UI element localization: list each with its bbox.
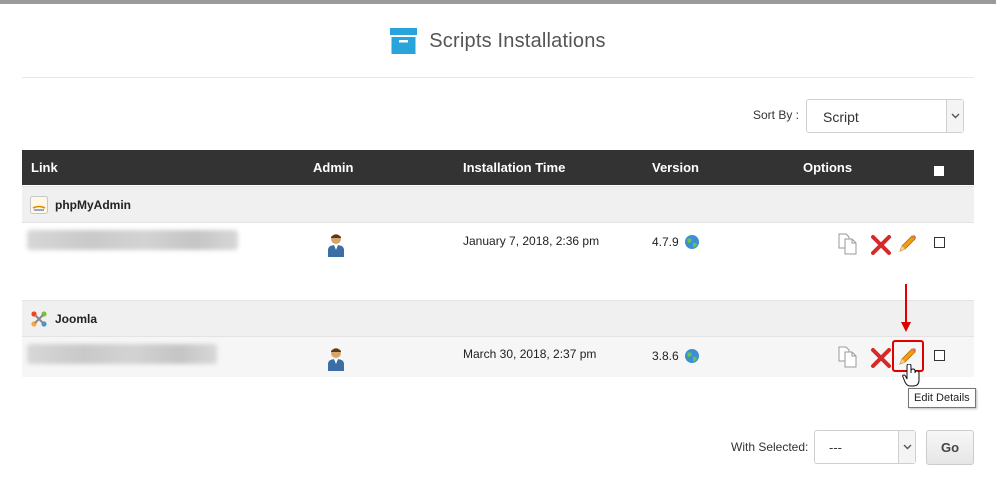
clone-icon[interactable] xyxy=(837,233,859,255)
delete-icon[interactable] xyxy=(870,234,892,256)
with-selected-label: With Selected: xyxy=(731,440,809,454)
version-value: 4.7.9 xyxy=(652,235,679,249)
chevron-down-icon xyxy=(898,431,915,463)
column-header-installation-time[interactable]: Installation Time xyxy=(463,160,565,175)
installation-link[interactable] xyxy=(27,230,238,250)
box-icon xyxy=(390,28,418,54)
sort-label: Sort By : xyxy=(753,108,800,122)
joomla-logo-icon xyxy=(31,311,47,327)
clone-icon[interactable] xyxy=(837,346,859,368)
go-button[interactable]: Go xyxy=(926,430,974,465)
column-header-link[interactable]: Link xyxy=(31,160,58,175)
row-checkbox[interactable] xyxy=(934,237,945,248)
column-header-options: Options xyxy=(803,160,853,175)
group-row-joomla: Joomla xyxy=(22,300,974,337)
header-divider xyxy=(22,77,974,78)
column-header-admin: Admin xyxy=(313,160,354,175)
annotation-arrow-icon xyxy=(901,284,911,332)
phpmyadmin-logo-icon xyxy=(30,196,48,214)
table-header: Link Admin Installation Time Version Opt… xyxy=(22,150,974,185)
installation-time: March 30, 2018, 2:37 pm xyxy=(463,347,597,361)
installation-link[interactable] xyxy=(27,344,217,364)
group-row-phpmyadmin: phpMyAdmin xyxy=(22,186,974,223)
edit-pencil-icon[interactable] xyxy=(896,233,918,255)
row-checkbox[interactable] xyxy=(934,350,945,361)
chevron-down-icon xyxy=(946,100,963,132)
hand-cursor-icon xyxy=(902,364,920,387)
table-row: March 30, 2018, 2:37 pm 3.8.6 xyxy=(22,337,974,377)
admin-user-icon[interactable] xyxy=(327,233,345,257)
sort-select-value: Script xyxy=(823,109,859,125)
page-header: Scripts Installations xyxy=(0,27,996,57)
with-selected-value: --- xyxy=(829,440,842,455)
select-all-checkbox[interactable] xyxy=(934,166,944,176)
admin-user-icon[interactable] xyxy=(327,347,345,371)
version-value: 3.8.6 xyxy=(652,349,679,363)
update-globe-icon[interactable] xyxy=(684,348,700,364)
installation-time: January 7, 2018, 2:36 pm xyxy=(463,234,600,248)
with-selected-select[interactable]: --- xyxy=(814,430,916,464)
tooltip: Edit Details xyxy=(908,388,976,408)
update-globe-icon[interactable] xyxy=(684,234,700,250)
top-rule xyxy=(0,0,996,4)
page-title: Scripts Installations xyxy=(429,29,606,52)
sort-select[interactable]: Script xyxy=(806,99,964,133)
column-header-version[interactable]: Version xyxy=(652,160,699,175)
delete-icon[interactable] xyxy=(870,347,892,369)
group-name: Joomla xyxy=(55,312,98,326)
group-name: phpMyAdmin xyxy=(55,198,131,212)
